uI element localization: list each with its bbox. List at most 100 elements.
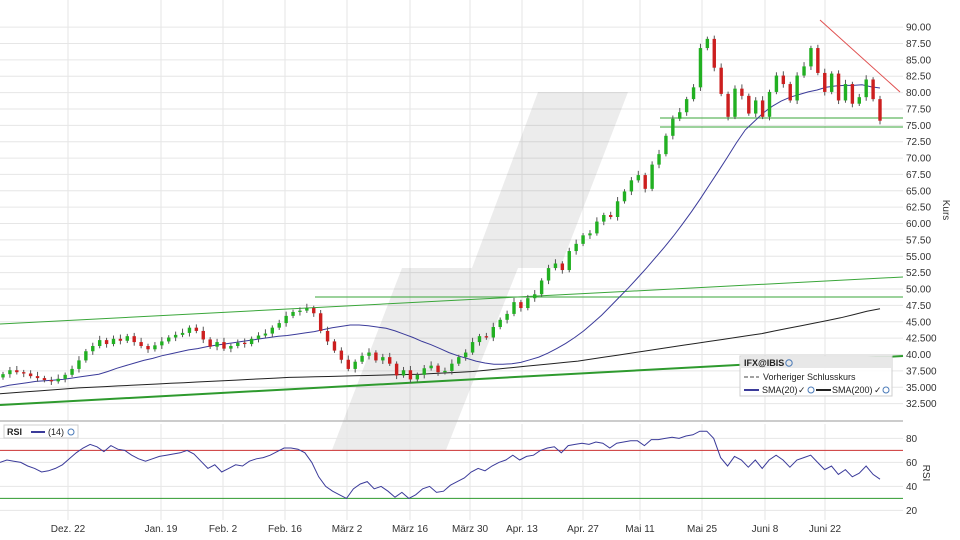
candle-body xyxy=(201,330,205,340)
candle-body xyxy=(146,346,150,350)
legend-sma200: SMA(200) xyxy=(832,385,873,395)
candle-body xyxy=(470,342,475,353)
candle-body xyxy=(671,118,675,136)
candle-body xyxy=(539,280,544,295)
candle-body xyxy=(91,346,95,352)
candle-body xyxy=(553,263,558,269)
candle-body xyxy=(684,99,689,113)
candle-body xyxy=(8,370,12,375)
time-tick-label: März 16 xyxy=(392,524,429,535)
candle-body xyxy=(118,338,123,341)
candle xyxy=(774,72,779,95)
candle-body xyxy=(415,374,420,380)
candle-body xyxy=(332,341,337,351)
candle-body xyxy=(408,370,413,380)
candle-body xyxy=(401,370,406,376)
time-tick-label: Feb. 16 xyxy=(268,524,302,535)
candle-body xyxy=(719,67,723,94)
candle-body xyxy=(132,336,136,343)
price-tick-label: 82.50 xyxy=(906,72,931,83)
candle-body xyxy=(871,79,875,100)
candle-body xyxy=(111,338,116,345)
candle-body xyxy=(443,370,447,373)
candle-body xyxy=(463,352,468,358)
price-tick-label: 70.00 xyxy=(906,154,931,165)
candle-body xyxy=(843,84,848,101)
price-tick-label: 90.00 xyxy=(906,23,931,34)
candle-body xyxy=(581,235,585,244)
sma200-check-icon[interactable]: ✓ xyxy=(874,385,882,395)
candle-body xyxy=(312,308,316,314)
candle xyxy=(829,71,834,95)
candle-body xyxy=(760,100,765,117)
candle-body xyxy=(270,327,275,334)
legend-symbol: IFX@IBIS xyxy=(744,358,784,368)
price-tick-label: 52.50 xyxy=(906,268,931,279)
candle xyxy=(795,72,799,105)
time-axis-ticks: Dez. 22 Jan. 19 Feb. 2 Feb. 16 März 2 März 16… xyxy=(51,524,842,535)
rsi-legend: RSI (14) xyxy=(3,424,79,439)
candle xyxy=(836,70,841,105)
candle-body xyxy=(346,359,350,369)
time-tick-label: März 30 xyxy=(452,524,489,535)
candle-body xyxy=(97,340,102,347)
candle-body xyxy=(277,323,281,328)
candle-body xyxy=(339,350,344,360)
time-tick-label: Juni 8 xyxy=(752,524,779,535)
price-tick-label: 62.50 xyxy=(906,203,931,214)
candle-body xyxy=(802,66,806,76)
candle-body xyxy=(788,84,792,101)
price-tick-label: 32.500 xyxy=(906,399,937,410)
candle-body xyxy=(878,99,882,121)
candle-body xyxy=(263,333,268,336)
sma20-check-icon[interactable]: ✓ xyxy=(798,385,806,395)
candle-body xyxy=(533,294,537,299)
price-tick-label: 80.00 xyxy=(906,88,931,99)
candle-body xyxy=(22,372,26,374)
candle-body xyxy=(795,75,799,101)
candle xyxy=(318,309,323,334)
rsi-tick-label: 20 xyxy=(906,506,918,517)
candle-body xyxy=(70,368,74,375)
candle-body xyxy=(208,339,212,347)
price-tick-label: 47.50 xyxy=(906,301,931,312)
candle-body xyxy=(160,341,164,346)
candle xyxy=(816,44,820,76)
candle-body xyxy=(733,88,737,117)
candle-body xyxy=(615,201,620,217)
candle-body xyxy=(608,215,613,217)
candle-body xyxy=(63,374,67,379)
candle-body xyxy=(726,93,730,117)
price-axis-ticks: 90.00 87.50 85.00 82.50 80.00 77.50 75.00 72.50… xyxy=(906,23,937,411)
price-tick-label: 67.50 xyxy=(906,170,931,181)
candle-body xyxy=(49,380,54,382)
candle-body xyxy=(622,191,627,202)
candle-body xyxy=(139,342,143,347)
time-tick-label: März 2 xyxy=(332,524,363,535)
candle-body xyxy=(242,342,247,345)
candle-body xyxy=(167,337,171,342)
price-axis-title: Kurs xyxy=(940,200,951,221)
price-tick-label: 50.00 xyxy=(906,285,931,296)
candle-body xyxy=(353,361,357,369)
candle-body xyxy=(367,352,371,356)
rsi-tick-label: 80 xyxy=(906,434,918,445)
candle-body xyxy=(429,365,433,369)
candle xyxy=(767,89,772,121)
rsi-tick-label: 40 xyxy=(906,482,918,493)
candle xyxy=(567,247,571,273)
candle-body xyxy=(567,251,571,271)
rsi-axis-ticks: 80 60 40 20 xyxy=(906,434,918,517)
candle-body xyxy=(816,48,820,73)
time-tick-label: Apr. 13 xyxy=(506,524,538,535)
candle-body xyxy=(381,357,385,361)
price-tick-label: 65.00 xyxy=(906,186,931,197)
candle-body xyxy=(173,334,178,338)
candle-body xyxy=(602,215,606,222)
price-tick-label: 57.50 xyxy=(906,235,931,246)
candle xyxy=(733,85,737,120)
stock-chart: 90.00 87.50 85.00 82.50 80.00 77.50 75.00 72.50… xyxy=(0,0,951,535)
time-tick-label: Apr. 27 xyxy=(567,524,599,535)
candle-body xyxy=(35,376,40,379)
candle-body xyxy=(194,327,199,331)
